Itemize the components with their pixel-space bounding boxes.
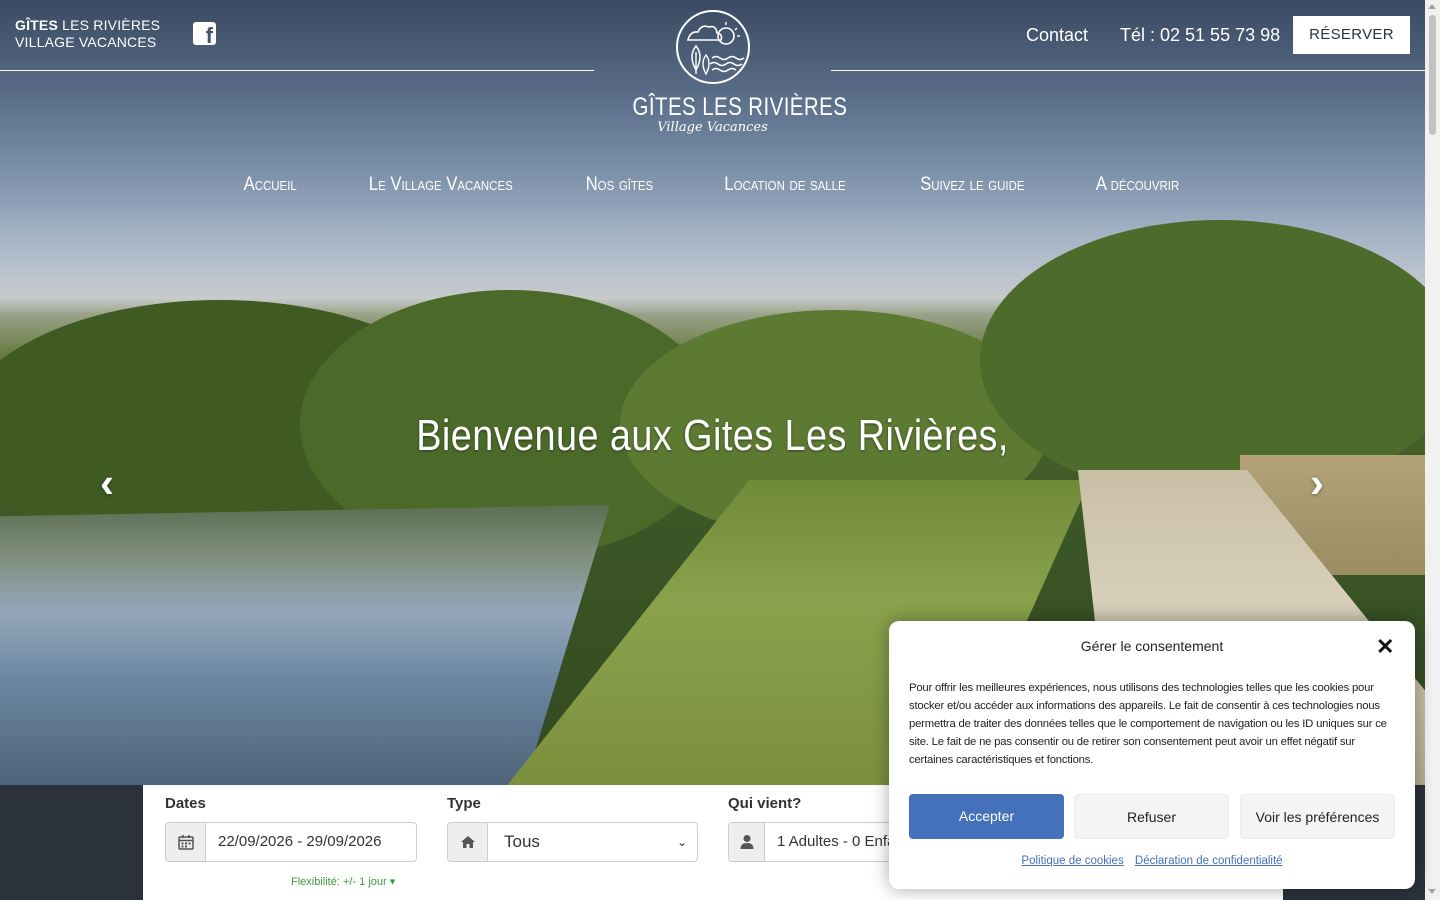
reserve-button[interactable]: RÉSERVER: [1293, 16, 1410, 54]
nav-item-nos-gites[interactable]: Nos gîtes: [586, 172, 654, 198]
scrollbar-thumb[interactable]: [1429, 15, 1436, 135]
type-label: Type: [447, 795, 481, 812]
logo-emblem-icon: [675, 10, 750, 84]
hero-title-text: Bienvenue aux Gites Les Rivières,: [416, 411, 1009, 460]
close-icon[interactable]: ✕: [1376, 636, 1394, 658]
brand-line1-bold: GÎTES: [15, 17, 59, 33]
calendar-icon: [166, 823, 206, 861]
flexibility-dropdown[interactable]: Flexibilité: +/- 1 jour ▾: [291, 875, 395, 888]
header-divider-left: [0, 70, 594, 71]
cookie-consent-dialog: Gérer le consentement ✕ Pour offrir les …: [889, 621, 1415, 889]
consent-text: Pour offrir les meilleures expériences, …: [909, 682, 1387, 766]
chevron-left-icon[interactable]: ‹: [92, 462, 122, 504]
flexibility-text: Flexibilité: +/- 1 jour: [291, 876, 387, 888]
brand-line1-rest: LES RIVIÈRES: [62, 17, 161, 33]
home-icon: [448, 823, 488, 861]
chevron-down-icon: ⌄: [676, 835, 687, 849]
guests-label: Qui vient?: [728, 795, 802, 812]
logo-title: GÎTES LES RIVIÈRES: [632, 93, 848, 121]
phone-link[interactable]: Tél : 02 51 55 73 98: [1120, 24, 1280, 46]
facebook-icon[interactable]: f: [193, 22, 216, 47]
brand-text[interactable]: GÎTES LES RIVIÈRES VILLAGE VACANCES: [15, 17, 160, 51]
cookie-policy-link[interactable]: Politique de cookies: [1021, 855, 1123, 867]
type-select[interactable]: Tous ⌄: [447, 822, 698, 862]
contact-link[interactable]: Contact: [1026, 24, 1088, 46]
nav-item-location-salle[interactable]: Location de salle: [725, 172, 846, 198]
page-scrollbar[interactable]: [1425, 0, 1440, 900]
nav-item-village-vacances[interactable]: Le Village Vacances: [369, 172, 513, 198]
scroll-up-icon[interactable]: [1428, 4, 1436, 9]
dates-value: 22/09/2026 - 29/09/2026: [218, 833, 382, 850]
user-icon: [729, 823, 765, 861]
dates-field[interactable]: 22/09/2026 - 29/09/2026: [165, 822, 417, 862]
nav-item-a-decouvrir[interactable]: A découvrir: [1095, 172, 1179, 198]
preferences-button[interactable]: Voir les préférences: [1240, 794, 1395, 839]
main-nav: Accueil Le Village Vacances Nos gîtes Lo…: [0, 172, 1425, 198]
caret-down-icon: ▾: [389, 876, 396, 888]
header-divider-right: [831, 70, 1425, 71]
type-value: Tous: [504, 832, 540, 851]
nav-item-accueil[interactable]: Accueil: [244, 172, 297, 198]
site-logo[interactable]: GÎTES LES RIVIÈRES Village Vacances: [615, 8, 848, 153]
nav-item-suivez-guide[interactable]: Suivez le guide: [920, 172, 1024, 198]
brand-line2: VILLAGE VACANCES: [15, 34, 157, 50]
logo-subtitle: Village Vacances: [657, 120, 768, 135]
hero-title: Bienvenue aux Gites Les Rivières,: [0, 410, 1425, 462]
scroll-down-icon[interactable]: [1428, 889, 1436, 894]
privacy-statement-link[interactable]: Déclaration de confidentialité: [1135, 855, 1283, 867]
accept-button[interactable]: Accepter: [909, 794, 1064, 839]
hero-water: [0, 505, 610, 785]
refuse-button[interactable]: Refuser: [1074, 794, 1229, 839]
consent-title: Gérer le consentement: [1080, 638, 1224, 654]
dates-label: Dates: [165, 795, 206, 812]
chevron-right-icon[interactable]: ›: [1302, 462, 1332, 504]
consent-links: Politique de cookies Déclaration de conf…: [889, 855, 1415, 867]
